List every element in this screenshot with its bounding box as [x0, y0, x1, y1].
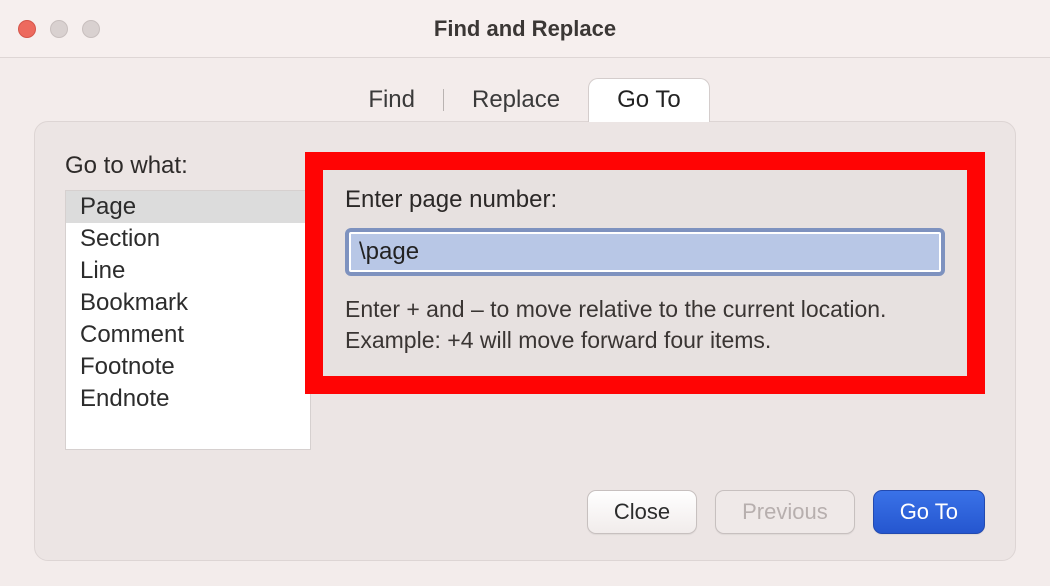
list-item[interactable]: Endnote: [66, 383, 310, 415]
zoom-window-icon: [82, 20, 100, 38]
page-number-input-wrap[interactable]: [345, 228, 945, 276]
list-item[interactable]: Footnote: [66, 351, 310, 383]
list-item[interactable]: Comment: [66, 319, 310, 351]
annotation-highlight: Enter page number: Enter + and – to move…: [305, 152, 985, 394]
traffic-lights: [18, 20, 100, 38]
tab-find[interactable]: Find: [340, 80, 443, 122]
tab-replace[interactable]: Replace: [444, 80, 588, 122]
page-number-label: Enter page number:: [345, 186, 945, 214]
tab-goto[interactable]: Go To: [588, 78, 710, 122]
goto-panel: Go to what: Page Section Line Bookmark C…: [34, 121, 1016, 561]
list-item[interactable]: Section: [66, 223, 310, 255]
page-number-input[interactable]: [351, 234, 939, 270]
goto-hint-text: Enter + and – to move relative to the cu…: [345, 294, 945, 356]
close-button[interactable]: Close: [587, 490, 697, 534]
dialog-buttons: Close Previous Go To: [587, 490, 985, 534]
titlebar: Find and Replace: [0, 0, 1050, 58]
minimize-window-icon: [50, 20, 68, 38]
list-item[interactable]: Line: [66, 255, 310, 287]
window-title: Find and Replace: [0, 16, 1050, 42]
list-item[interactable]: Bookmark: [66, 287, 310, 319]
previous-button: Previous: [715, 490, 855, 534]
goto-what-list[interactable]: Page Section Line Bookmark Comment Footn…: [65, 190, 311, 450]
goto-button[interactable]: Go To: [873, 490, 985, 534]
close-window-icon[interactable]: [18, 20, 36, 38]
tabbar: Find Replace Go To: [34, 78, 1016, 122]
goto-what-label: Go to what:: [65, 152, 311, 180]
list-item[interactable]: Page: [66, 191, 310, 223]
